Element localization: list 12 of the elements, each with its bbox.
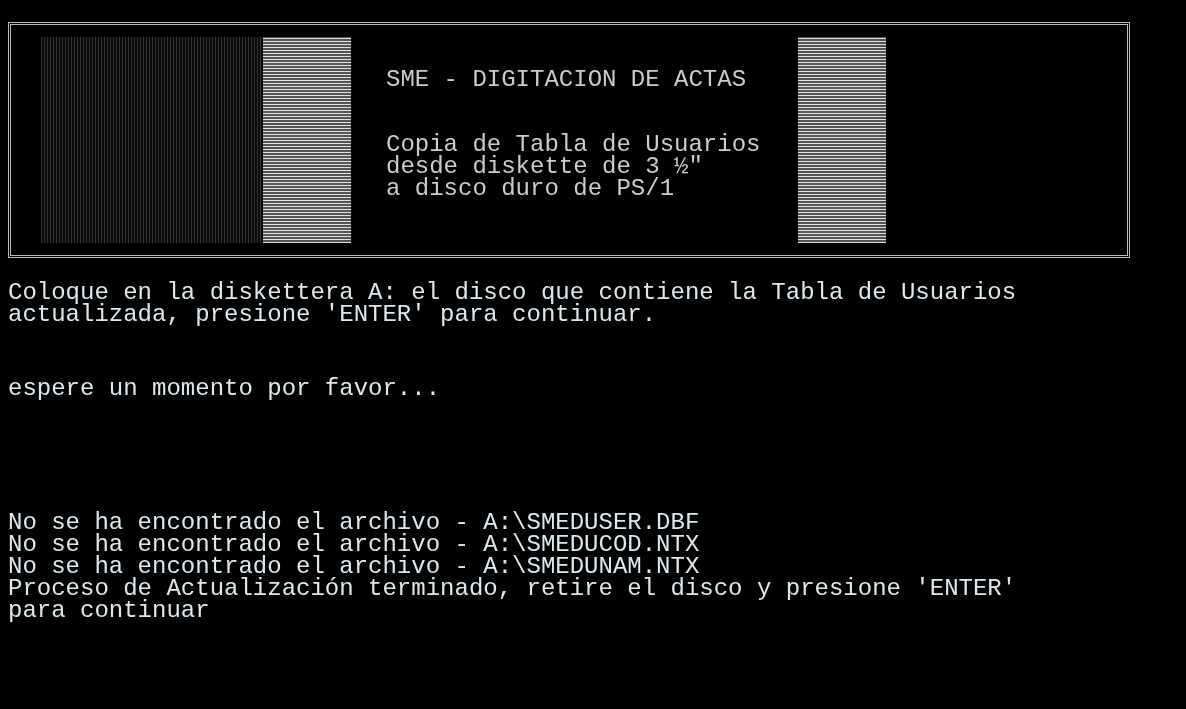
console-line: No se ha encontrado el archivo - A:\SMEDUNAM.NTX	[8, 556, 700, 578]
console-line: actualizada, presione 'ENTER' para continuar.	[8, 304, 658, 326]
console-line: para continuar	[8, 600, 211, 622]
console-line: No se ha encontrado el archivo - A:\SMEDUCOD.NTX	[8, 534, 701, 556]
banner-line: Copia de Tabla de Usuarios	[386, 134, 762, 156]
console-line: espere un momento por favor...	[8, 378, 442, 400]
console-line: Proceso de Actualización terminado, retire el disco y presione 'ENTER'	[8, 578, 1018, 600]
console-line: Coloque en la diskettera A: el disco que contiene la Tabla de Usuarios	[8, 282, 1018, 304]
banner-line: a disco duro de PS/1	[386, 178, 676, 200]
banner-line: desde diskette de 3 ½"	[386, 156, 704, 178]
banner-title: SME - DIGITACION DE ACTAS	[386, 69, 748, 91]
console-line: No se ha encontrado el archivo - A:\SMEDUSER.DBF	[8, 512, 701, 534]
